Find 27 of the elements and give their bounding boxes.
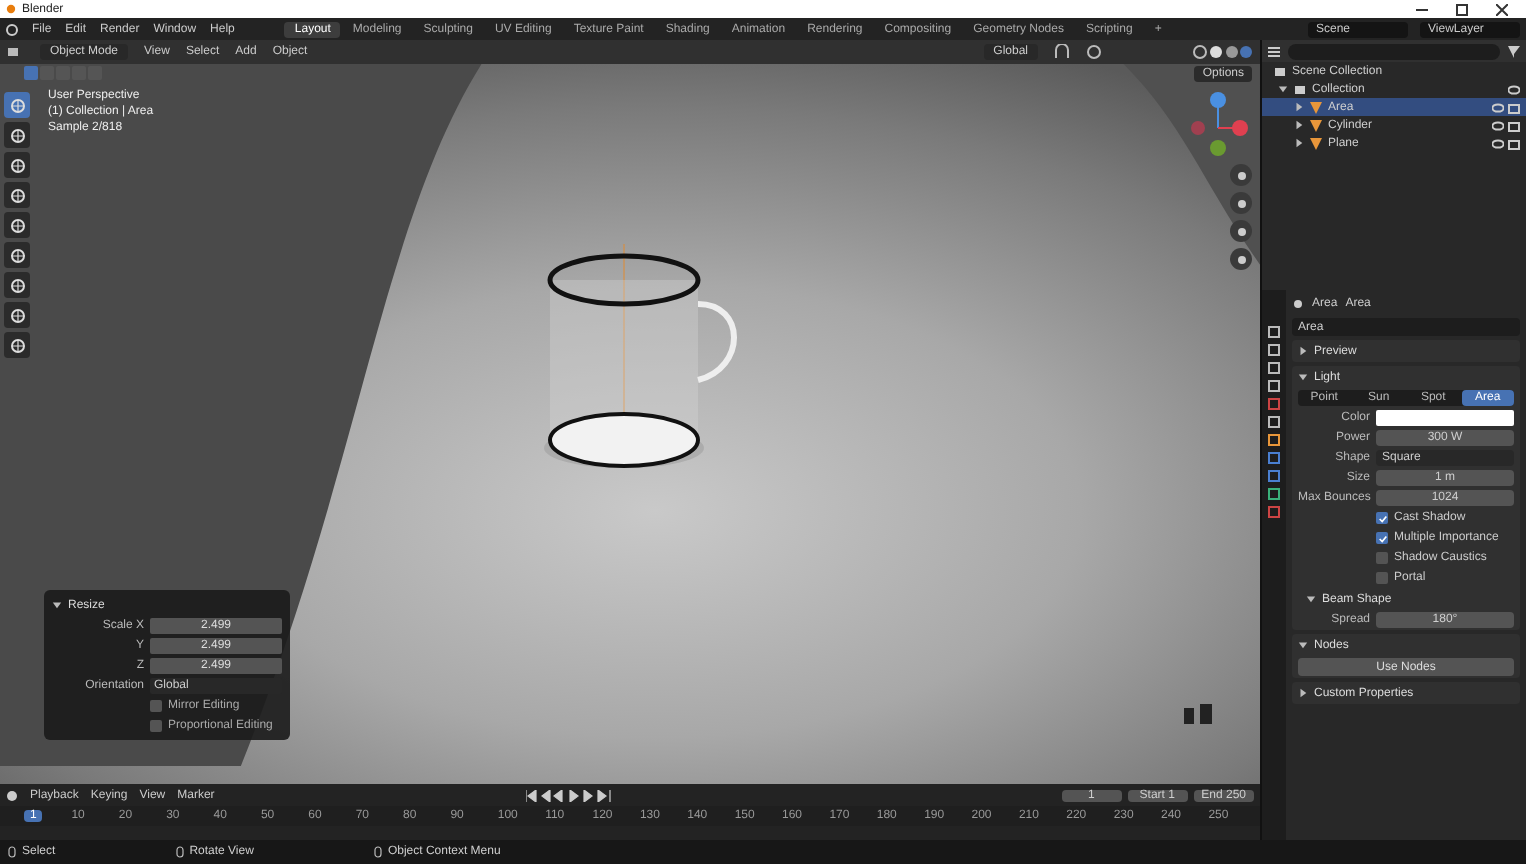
checkbox[interactable] [150, 700, 162, 712]
checkbox[interactable] [150, 720, 162, 732]
shading-icon[interactable] [1192, 44, 1252, 60]
crosshair-icon[interactable] [9, 127, 25, 143]
disclosure-icon[interactable] [1298, 688, 1308, 698]
editor-type-icon[interactable] [8, 46, 24, 58]
minimize-icon[interactable] [1416, 3, 1428, 15]
cursor-icon[interactable] [9, 97, 25, 113]
proportional-edit-icon[interactable] [1086, 44, 1102, 60]
expand-icon[interactable] [1278, 84, 1288, 94]
disclosure-icon[interactable] [1298, 372, 1308, 382]
viewport-icon [1184, 704, 1212, 724]
checkbox[interactable] [1376, 532, 1388, 544]
checkbox[interactable] [1376, 512, 1388, 524]
color-swatch[interactable] [1376, 410, 1514, 426]
disclosure-icon[interactable] [52, 600, 62, 610]
disclosure-icon[interactable] [1306, 594, 1316, 604]
maximize-icon[interactable] [1456, 3, 1468, 15]
checkbox[interactable] [1376, 572, 1388, 584]
display-mode-icon[interactable] [1268, 45, 1280, 57]
axis-gizmo-icon[interactable] [1188, 88, 1248, 160]
close-icon[interactable] [1496, 3, 1508, 15]
disclosure-icon[interactable] [1298, 640, 1308, 650]
snap-icon[interactable] [1054, 44, 1070, 60]
filter-icon[interactable] [1508, 45, 1520, 57]
disclosure-icon[interactable] [1298, 346, 1308, 356]
checkbox[interactable] [1376, 552, 1388, 564]
